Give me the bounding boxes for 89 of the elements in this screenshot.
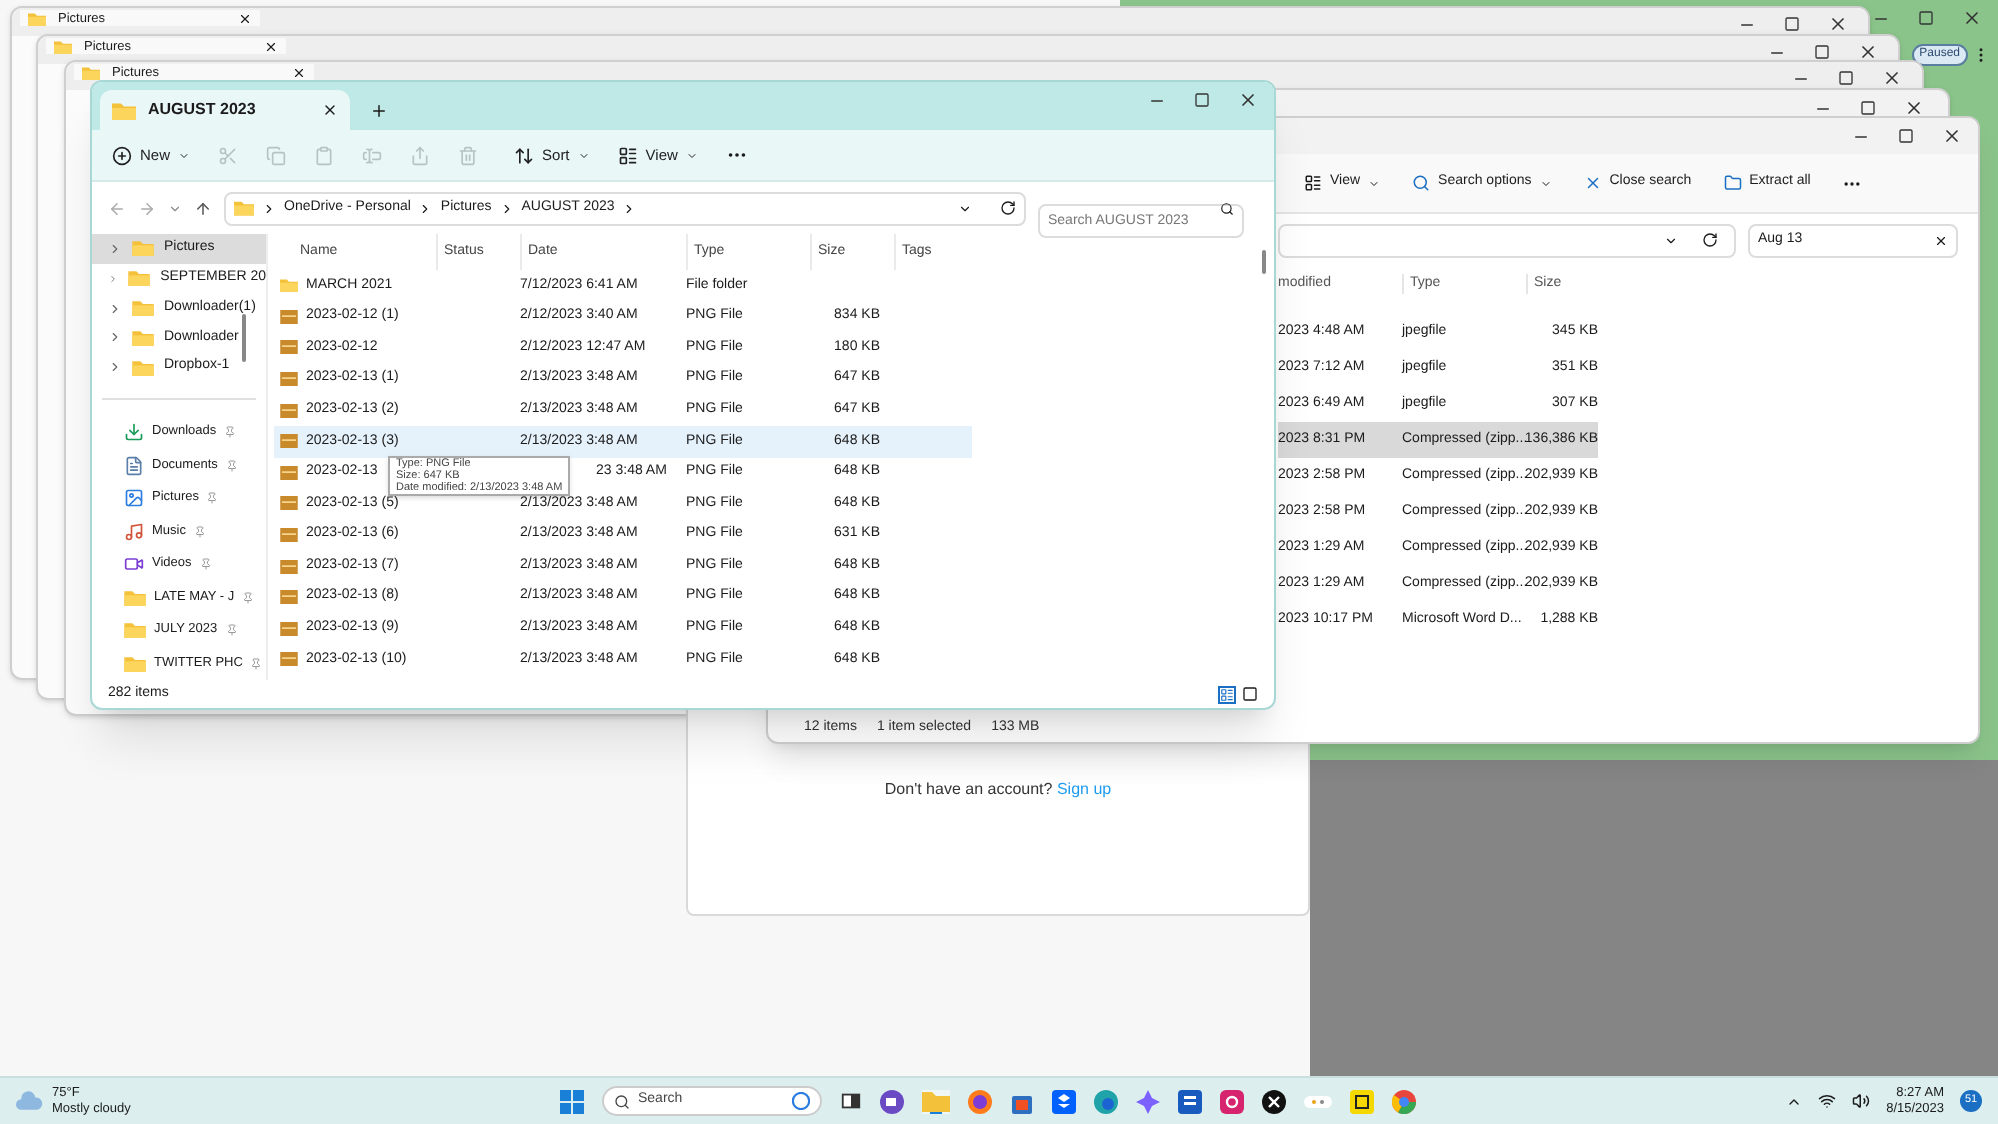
close-icon [1583,174,1602,192]
close-icon[interactable] [1942,126,1962,146]
camera-app-icon[interactable] [1220,1089,1244,1113]
fox-browser-icon[interactable] [968,1089,992,1113]
video-camera-icon[interactable] [880,1089,904,1113]
video-icon [124,554,144,575]
folder-icon [1723,174,1742,192]
caret-icon [577,149,590,161]
caret-icon [1368,177,1381,189]
close-icon[interactable] [1828,14,1848,34]
close-icon[interactable] [1882,68,1902,88]
close-tab-icon[interactable] [292,65,306,79]
folder-icon [124,655,146,672]
maximize-icon[interactable] [1918,10,1934,26]
cross-app-icon[interactable] [1262,1089,1286,1113]
image-file-icon [280,465,298,480]
image-file-icon [280,403,298,418]
up-icon[interactable] [194,199,212,217]
image-icon [124,488,144,509]
folder-icon [132,240,154,257]
wave-browser-icon[interactable] [1094,1089,1118,1113]
chevron-icon [418,201,433,215]
round-browser-icon[interactable] [1392,1089,1416,1113]
folder-icon [112,101,136,119]
chevron-icon [622,201,637,215]
folder-icon [280,278,298,293]
sort-icon [514,145,535,165]
maximize-icon[interactable] [1194,92,1210,108]
folder-icon [132,329,154,346]
image-file-icon [280,621,298,636]
tiles-view-icon[interactable] [1242,685,1258,701]
network-icon[interactable] [1818,1092,1837,1110]
folder-icon [124,589,146,606]
sign-up-prompt: Don't have an account? Sign up [884,778,1112,802]
music-icon [124,521,144,542]
folder-icon [28,11,46,25]
caret-icon [1539,177,1552,189]
image-file-icon [280,496,298,511]
image-file-icon [280,652,298,667]
search-icon [1220,201,1234,215]
cloud-icon [16,1090,44,1112]
details-view-icon[interactable] [1218,685,1236,703]
folder-icon [234,200,254,216]
refresh-icon[interactable] [1702,232,1718,248]
folder-icon [132,300,154,317]
download-icon [124,422,144,443]
image-file-icon [280,309,298,324]
close-icon[interactable] [1962,8,1982,28]
list-icon [617,145,638,165]
square-app-icon[interactable] [1350,1089,1374,1113]
folder-icon [82,65,100,79]
image-file-icon [280,434,298,449]
close-icon[interactable] [1238,90,1258,110]
refresh-icon[interactable] [1000,200,1016,216]
chevron-icon [499,201,514,215]
document-icon [124,455,144,476]
search-icon [614,1093,630,1109]
start-icon[interactable] [560,1089,584,1113]
open-box-icon[interactable] [1052,1089,1076,1113]
task-view-icon[interactable] [840,1090,862,1112]
search-icon [1412,174,1431,192]
image-file-icon [280,528,298,543]
close-tab-icon[interactable] [264,39,278,53]
sparkle-icon[interactable] [1136,1089,1160,1113]
close-tab-icon[interactable] [238,11,252,25]
close-tab-icon[interactable] [322,102,338,118]
close-icon[interactable] [1904,98,1924,118]
caret-icon[interactable] [958,201,972,215]
image-file-icon [280,372,298,387]
window-tab[interactable]: AUGUST 2023 [100,90,350,130]
speaker-icon[interactable] [1852,1092,1871,1110]
new-tab-icon[interactable] [370,102,388,120]
clear-icon[interactable] [1934,233,1948,247]
image-file-icon [280,559,298,574]
caret-icon [178,149,191,161]
chevron-icon [262,201,276,215]
folder-icon [54,39,72,53]
document-app-icon[interactable] [1178,1089,1202,1113]
close-icon[interactable] [1858,42,1878,62]
folder-icon [124,622,146,639]
plus-icon [112,145,132,165]
list-icon [1304,174,1322,192]
folder-icon [132,359,154,376]
maximize-icon[interactable] [1898,128,1914,144]
image-file-icon [280,590,298,605]
image-file-icon [280,340,298,355]
caret-icon [685,149,698,161]
caret-icon [1664,233,1678,247]
folder-icon [128,270,151,287]
